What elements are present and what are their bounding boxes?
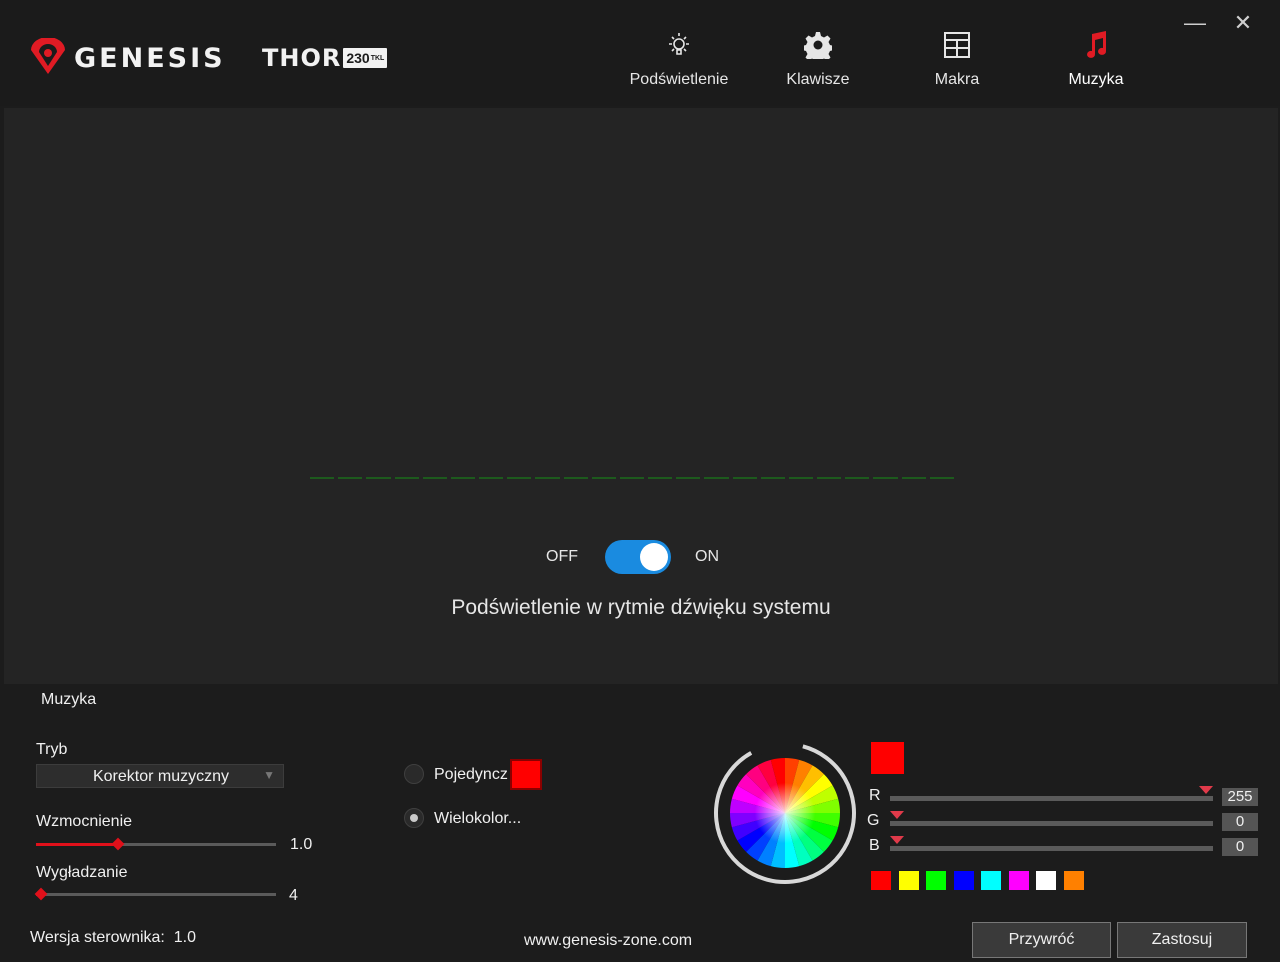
toggle-on-label: ON [695, 548, 719, 565]
keyboard-preview-area: OFF ON Podświetlenie w rytmie dźwięku sy… [4, 108, 1278, 684]
music-sync-toggle[interactable] [605, 540, 671, 574]
preset-color-5[interactable] [1008, 871, 1029, 890]
website-link[interactable]: www.genesis-zone.com [524, 932, 692, 950]
model-badge: 230 TKL [343, 48, 388, 68]
preset-color-3[interactable] [953, 871, 974, 890]
r-slider[interactable] [890, 786, 1213, 801]
smoothing-slider[interactable] [34, 887, 276, 901]
gain-label: Wzmocnienie [36, 813, 133, 830]
b-slider[interactable] [890, 836, 1213, 851]
current-color-swatch [871, 742, 904, 774]
music-toggle-row: OFF ON [4, 540, 1278, 574]
radio-multi-color[interactable] [404, 808, 424, 828]
b-value[interactable]: 0 [1222, 838, 1258, 856]
smoothing-slider-thumb[interactable] [34, 887, 48, 901]
b-slider-thumb[interactable] [890, 836, 904, 844]
equalizer-baseline [310, 477, 954, 479]
b-label: B [869, 837, 880, 854]
radio-single-label: Pojedyncz [434, 766, 508, 783]
smoothing-label: Wygładzanie [36, 864, 128, 881]
section-title: Muzyka [41, 691, 97, 708]
mode-select[interactable]: Korektor muzyczny ▼ [36, 764, 284, 788]
preview-subtitle: Podświetlenie w rytmie dźwięku systemu [451, 596, 831, 619]
gear-icon [804, 32, 832, 59]
preset-color-1[interactable] [898, 871, 919, 890]
preset-color-6[interactable] [1036, 871, 1056, 890]
preset-color-0[interactable] [871, 871, 891, 890]
tab-muzyka[interactable]: Muzyka [1031, 28, 1161, 98]
gain-slider-fill [36, 843, 118, 846]
tab-klawisze-label: Klawisze [786, 71, 850, 88]
tab-makra[interactable]: Makra [892, 28, 1022, 98]
radio-single-color[interactable] [404, 764, 424, 784]
minimize-button[interactable]: — [1182, 10, 1208, 36]
radio-multi-label: Wielokolor... [434, 810, 522, 827]
r-label: R [869, 787, 881, 804]
restore-button[interactable]: Przywróć [972, 922, 1111, 958]
g-slider[interactable] [890, 811, 1213, 826]
mode-label: Tryb [36, 741, 68, 758]
title-bar: GENESIS THOR 230 TKL Podświetlenie Klawi… [0, 0, 1280, 106]
light-bulb-icon [669, 33, 689, 55]
genesis-logo: GENESIS [28, 38, 226, 78]
gain-slider-thumb[interactable] [111, 837, 125, 851]
tab-makra-label: Makra [934, 71, 980, 88]
model-badge-suffix: TKL [370, 54, 385, 62]
grid-icon [944, 32, 970, 58]
model-name: THOR 230 TKL [262, 44, 388, 72]
model-badge-number: 230 [346, 50, 370, 66]
smoothing-value: 4 [289, 887, 298, 904]
chevron-down-icon: ▼ [263, 768, 275, 782]
g-value[interactable]: 0 [1222, 813, 1258, 831]
tab-podswietlenie-label: Podświetlenie [629, 71, 729, 88]
music-note-icon [1087, 31, 1107, 58]
single-color-swatch[interactable] [510, 759, 542, 790]
driver-version-value: 1.0 [173, 929, 196, 946]
genesis-logo-icon [31, 38, 65, 74]
color-wheel[interactable] [712, 740, 858, 886]
preset-color-2[interactable] [926, 871, 946, 890]
toggle-knob [640, 543, 668, 571]
mode-select-value: Korektor muzyczny [92, 768, 230, 785]
r-slider-thumb[interactable] [1199, 786, 1213, 794]
tab-podswietlenie[interactable]: Podświetlenie [614, 28, 744, 98]
driver-version-label: Wersja sterownika: [30, 929, 165, 946]
gain-slider[interactable] [36, 837, 276, 851]
g-label: G [867, 812, 880, 829]
tab-klawisze[interactable]: Klawisze [753, 28, 883, 98]
driver-version: Wersja sterownika: 1.0 [30, 929, 196, 947]
tab-muzyka-label: Muzyka [1068, 71, 1124, 88]
brand-name: GENESIS [74, 42, 226, 74]
gain-value: 1.0 [290, 836, 313, 853]
preset-color-7[interactable] [1063, 871, 1084, 890]
model-text: THOR [262, 44, 342, 72]
toggle-off-label: OFF [546, 548, 578, 565]
close-button[interactable]: ✕ [1230, 10, 1256, 36]
g-slider-thumb[interactable] [890, 811, 904, 819]
apply-button[interactable]: Zastosuj [1117, 922, 1247, 958]
color-wheel-graphic [714, 742, 856, 884]
r-value[interactable]: 255 [1222, 788, 1258, 806]
preset-color-4[interactable] [981, 871, 1001, 890]
